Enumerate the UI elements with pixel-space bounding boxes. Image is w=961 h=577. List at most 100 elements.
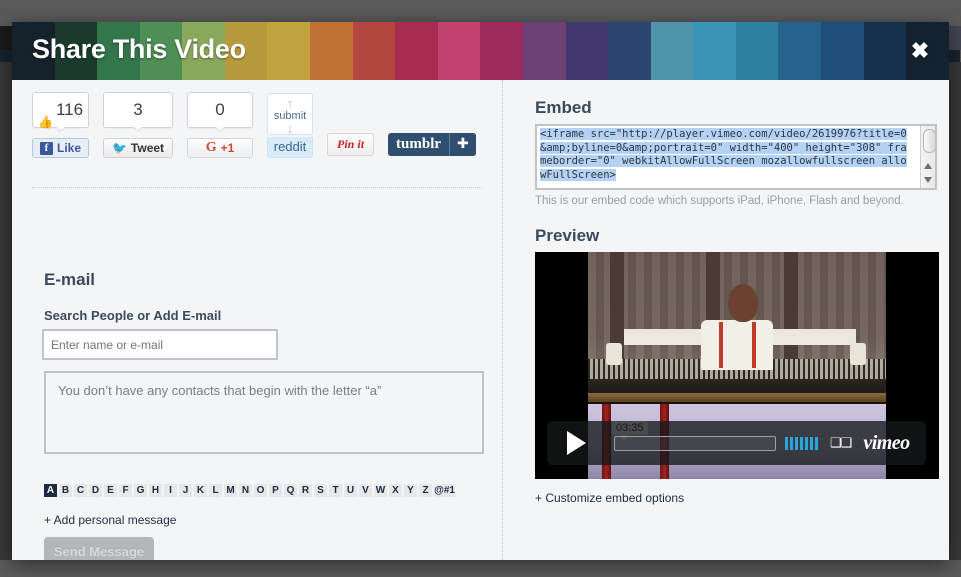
add-personal-message-link[interactable]: + Add personal message xyxy=(44,513,176,527)
close-icon[interactable]: ✖ xyxy=(907,38,933,64)
player-controls: ❑❑ vimeo xyxy=(547,421,926,465)
video-preview-player[interactable]: 03:35 ❑❑ vimeo xyxy=(535,252,939,479)
right-column: Embed <iframe src="http://player.vimeo.c… xyxy=(523,80,949,560)
scroll-down-arrow-icon[interactable] xyxy=(924,177,932,183)
reddit-downvote-icon[interactable]: ↓ xyxy=(268,122,312,135)
googleplus-share: 0 G +1 xyxy=(187,92,254,158)
header-stripe xyxy=(820,22,864,80)
video-dancer-torso xyxy=(701,320,773,371)
alphabet-letter-c[interactable]: C xyxy=(74,484,87,497)
scroll-up-arrow-icon[interactable] xyxy=(924,163,932,169)
search-people-label: Search People or Add E-mail xyxy=(44,308,222,323)
facebook-like-label: Like xyxy=(57,141,82,155)
alphabet-letter-z[interactable]: Z xyxy=(419,484,432,497)
header-stripe xyxy=(735,22,779,80)
alphabet-letter-p[interactable]: P xyxy=(269,484,282,497)
modal-body: 116 f Like 3 🐦 Tw xyxy=(12,80,949,560)
tumblr-button[interactable]: tumblr ✚ xyxy=(388,133,476,156)
googleplus-plusone-button[interactable]: G +1 xyxy=(187,138,254,158)
facebook-f-icon: f xyxy=(40,141,53,155)
header-stripe xyxy=(267,22,311,80)
alphabet-letter-o[interactable]: O xyxy=(254,484,267,497)
reddit-upvote-icon[interactable]: ↑ xyxy=(268,97,312,110)
video-dancer-arm-left xyxy=(623,329,708,346)
alphabet-letter-l[interactable]: L xyxy=(209,484,222,497)
video-dancer-strap-left xyxy=(719,322,724,368)
alphabet-letter-i[interactable]: I xyxy=(164,484,177,497)
alphabet-letter-d[interactable]: D xyxy=(89,484,102,497)
contacts-empty-panel: You don’t have any contacts that begin w… xyxy=(44,371,484,454)
alphabet-letter-r[interactable]: R xyxy=(299,484,312,497)
scrollbar-thumb[interactable] xyxy=(923,129,935,153)
video-dancer-strap-right xyxy=(751,322,756,368)
alphabet-letter-h[interactable]: H xyxy=(149,484,162,497)
search-input[interactable] xyxy=(42,329,278,360)
alphabet-letter-m[interactable]: M xyxy=(224,484,237,497)
vimeo-logo[interactable]: vimeo xyxy=(863,432,910,455)
twitter-bird-icon: 🐦 xyxy=(111,141,127,155)
pinterest-pinit-button[interactable]: Pin it xyxy=(327,133,375,156)
embed-scrollbar[interactable] xyxy=(920,126,935,188)
alphabet-letter-b[interactable]: B xyxy=(59,484,72,497)
alphabet-letter-e[interactable]: E xyxy=(104,484,117,497)
tumblr-share: tumblr ✚ xyxy=(388,133,476,158)
header-stripe xyxy=(522,22,566,80)
alphabet-letter-w[interactable]: W xyxy=(374,484,387,497)
googleplus-label: +1 xyxy=(220,141,235,155)
contacts-empty-message: You don’t have any contacts that begin w… xyxy=(58,383,382,398)
header-stripe xyxy=(310,22,353,80)
reddit-vote-box[interactable]: ↑ submit ↓ xyxy=(267,93,314,135)
twitter-tweet-button[interactable]: 🐦 Tweet xyxy=(103,138,174,158)
email-heading: E-mail xyxy=(44,270,96,289)
play-icon[interactable] xyxy=(567,431,586,455)
alphabet-filter[interactable]: A B C D E F G H I J K L M N O P Q R S T U V W X Y Z @#1 xyxy=(44,484,455,497)
alphabet-letter-g[interactable]: G xyxy=(134,484,147,497)
alphabet-letter-u[interactable]: U xyxy=(344,484,357,497)
facebook-share: 116 f Like xyxy=(32,92,90,158)
alphabet-letter-f[interactable]: F xyxy=(119,484,132,497)
facebook-count-bubble: 116 xyxy=(32,92,90,132)
googleplus-count: 0 xyxy=(215,100,225,119)
alphabet-letter-x[interactable]: X xyxy=(389,484,402,497)
alphabet-letter-v[interactable]: V xyxy=(359,484,372,497)
embed-code-text[interactable]: <iframe src="http://player.vimeo.com/vid… xyxy=(537,126,909,182)
pinterest-share: Pin it xyxy=(327,133,375,158)
twitter-share: 3 🐦 Tweet xyxy=(103,92,174,158)
video-piano-lid xyxy=(588,392,886,402)
left-column: 116 f Like 3 🐦 Tw xyxy=(12,80,502,560)
alphabet-symbols[interactable]: @#1 xyxy=(434,484,455,497)
video-dancer-hand-right xyxy=(850,342,867,365)
alphabet-letter-a[interactable]: A xyxy=(44,484,57,497)
googleplus-count-bubble: 0 xyxy=(187,92,254,132)
facebook-like-button[interactable]: f Like xyxy=(32,138,90,158)
volume-bars-icon[interactable] xyxy=(785,436,818,450)
alphabet-letter-t[interactable]: T xyxy=(329,484,342,497)
preview-heading: Preview xyxy=(535,226,600,245)
header-stripe xyxy=(778,22,821,80)
alphabet-letter-n[interactable]: N xyxy=(239,484,252,497)
fullscreen-icon[interactable]: ❑❑ xyxy=(830,436,852,449)
reddit-share: ↑ submit ↓ reddit xyxy=(267,93,314,158)
tumblr-plus-icon[interactable]: ✚ xyxy=(449,133,476,156)
customize-embed-link[interactable]: + Customize embed options xyxy=(535,491,684,505)
alphabet-letter-s[interactable]: S xyxy=(314,484,327,497)
header-stripe xyxy=(480,22,523,80)
header-stripe xyxy=(608,22,651,80)
header-stripe xyxy=(863,22,907,80)
social-share-row: 116 f Like 3 🐦 Tw xyxy=(32,92,490,158)
send-message-button[interactable]: Send Message xyxy=(44,537,154,560)
progress-scrubber[interactable] xyxy=(614,435,776,451)
modal-header: Share This Video ✖ xyxy=(12,22,949,80)
embed-note: This is our embed code which supports iP… xyxy=(535,195,904,207)
alphabet-letter-y[interactable]: Y xyxy=(404,484,417,497)
google-g-icon: G xyxy=(205,140,217,155)
alphabet-letter-j[interactable]: J xyxy=(179,484,192,497)
alphabet-letter-q[interactable]: Q xyxy=(284,484,297,497)
embed-code-box[interactable]: <iframe src="http://player.vimeo.com/vid… xyxy=(535,124,937,190)
embed-heading: Embed xyxy=(535,98,592,117)
facebook-count: 116 xyxy=(55,100,84,119)
alphabet-letter-k[interactable]: K xyxy=(194,484,207,497)
reddit-button[interactable]: reddit xyxy=(267,137,314,158)
twitter-count: 3 xyxy=(133,100,143,119)
column-divider xyxy=(502,80,504,560)
